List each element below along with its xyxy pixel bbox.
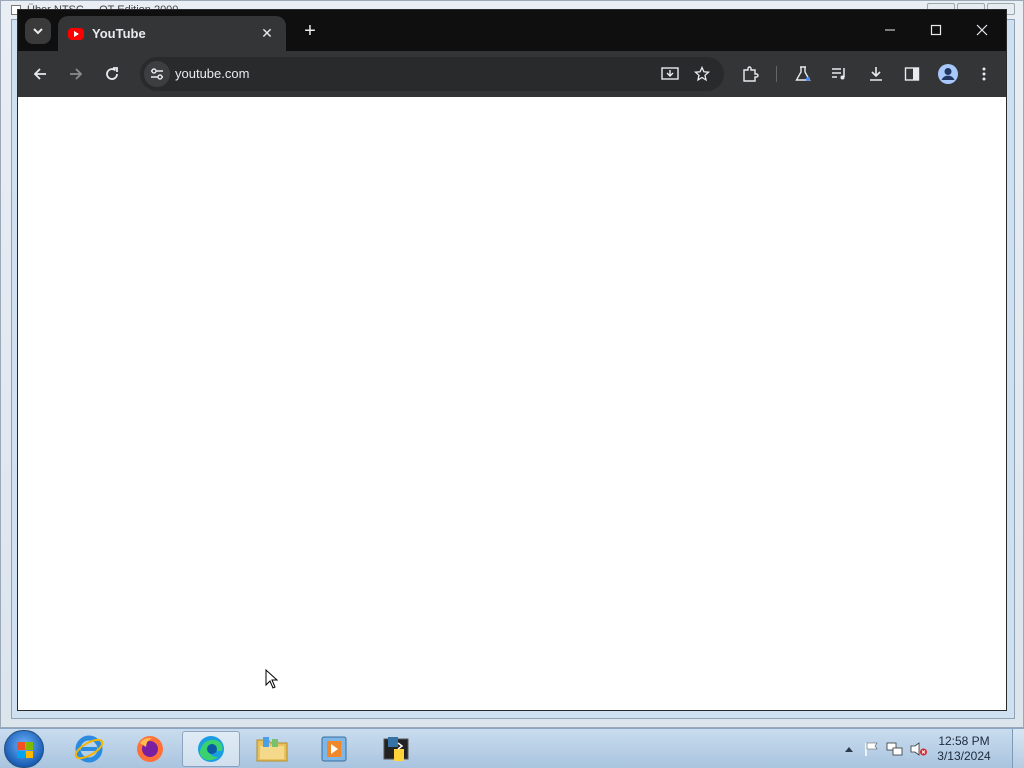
windows-logo-icon xyxy=(17,742,33,758)
show-hidden-icons-icon[interactable] xyxy=(844,745,854,753)
download-icon xyxy=(870,67,882,81)
profile-button[interactable] xyxy=(936,62,960,86)
url-text: youtube.com xyxy=(175,66,250,81)
tune-icon xyxy=(151,68,163,80)
taskbar-app-media-player[interactable] xyxy=(305,731,363,767)
new-tab-button[interactable]: + xyxy=(298,20,322,44)
taskbar-app-python[interactable] xyxy=(367,731,425,767)
taskbar: 12:58 PM 3/13/2024 xyxy=(0,728,1024,768)
reload-button[interactable] xyxy=(100,62,124,86)
avatar-icon xyxy=(938,64,958,84)
folder-icon xyxy=(256,737,288,762)
chevron-down-icon xyxy=(33,28,43,35)
media-control-button[interactable] xyxy=(827,62,851,86)
show-desktop-button[interactable] xyxy=(1012,729,1024,768)
extensions-button[interactable] xyxy=(738,62,762,86)
site-info-button[interactable] xyxy=(144,61,170,87)
toolbar-separator xyxy=(776,66,777,82)
side-panel-button[interactable] xyxy=(900,62,924,86)
volume-muted-icon[interactable] xyxy=(910,741,928,757)
media-player-icon xyxy=(321,736,347,762)
puzzle-icon xyxy=(743,66,759,82)
youtube-icon xyxy=(68,27,84,40)
back-button[interactable] xyxy=(28,62,52,86)
labs-button[interactable] xyxy=(791,62,815,86)
address-bar[interactable]: youtube.com xyxy=(140,57,724,91)
firefox-icon xyxy=(137,736,163,762)
reload-icon xyxy=(106,67,118,80)
clock[interactable]: 12:58 PM 3/13/2024 xyxy=(934,734,994,764)
minimize-icon xyxy=(885,29,895,31)
tab-youtube[interactable]: YouTube ✕ xyxy=(58,16,286,51)
tab-strip: YouTube ✕ + xyxy=(18,10,1006,51)
browser-toolbar: youtube.com xyxy=(18,51,1006,97)
system-tray: 12:58 PM 3/13/2024 xyxy=(824,729,1024,768)
menu-button[interactable] xyxy=(972,62,996,86)
install-icon xyxy=(661,67,679,80)
taskbar-app-internet-explorer[interactable] xyxy=(60,731,118,767)
action-center-flag-icon[interactable] xyxy=(864,741,880,757)
close-icon xyxy=(976,24,988,36)
forward-button[interactable] xyxy=(64,62,88,86)
taskbar-app-explorer[interactable] xyxy=(243,731,301,767)
close-button[interactable] xyxy=(962,18,1002,42)
clock-date: 3/13/2024 xyxy=(937,749,991,763)
maximize-button[interactable] xyxy=(916,18,956,42)
downloads-button[interactable] xyxy=(864,62,888,86)
tab-search-button[interactable] xyxy=(25,18,51,44)
install-app-button[interactable] xyxy=(658,62,682,86)
tab-title: YouTube xyxy=(92,26,146,41)
tab-close-button[interactable]: ✕ xyxy=(258,25,276,42)
python-icon xyxy=(383,737,409,761)
taskbar-app-edge[interactable] xyxy=(182,731,240,767)
network-icon[interactable] xyxy=(886,741,904,757)
flask-icon xyxy=(795,66,811,81)
arrow-left-icon xyxy=(33,68,46,80)
mouse-cursor-icon xyxy=(265,669,279,689)
internet-explorer-icon xyxy=(74,735,104,763)
star-icon xyxy=(694,66,710,82)
kebab-menu-icon xyxy=(982,67,986,81)
clock-time: 12:58 PM xyxy=(938,734,990,748)
browser-window: YouTube ✕ + youtube.com xyxy=(18,10,1006,710)
bookmark-button[interactable] xyxy=(690,62,714,86)
taskbar-app-firefox[interactable] xyxy=(121,731,179,767)
start-button[interactable] xyxy=(4,730,44,768)
page-content[interactable] xyxy=(18,97,1006,710)
arrow-right-icon xyxy=(70,68,83,80)
playlist-music-icon xyxy=(832,68,845,80)
maximize-icon xyxy=(930,24,942,36)
minimize-button[interactable] xyxy=(870,18,910,42)
edge-icon xyxy=(198,736,224,762)
side-panel-icon xyxy=(904,67,920,81)
